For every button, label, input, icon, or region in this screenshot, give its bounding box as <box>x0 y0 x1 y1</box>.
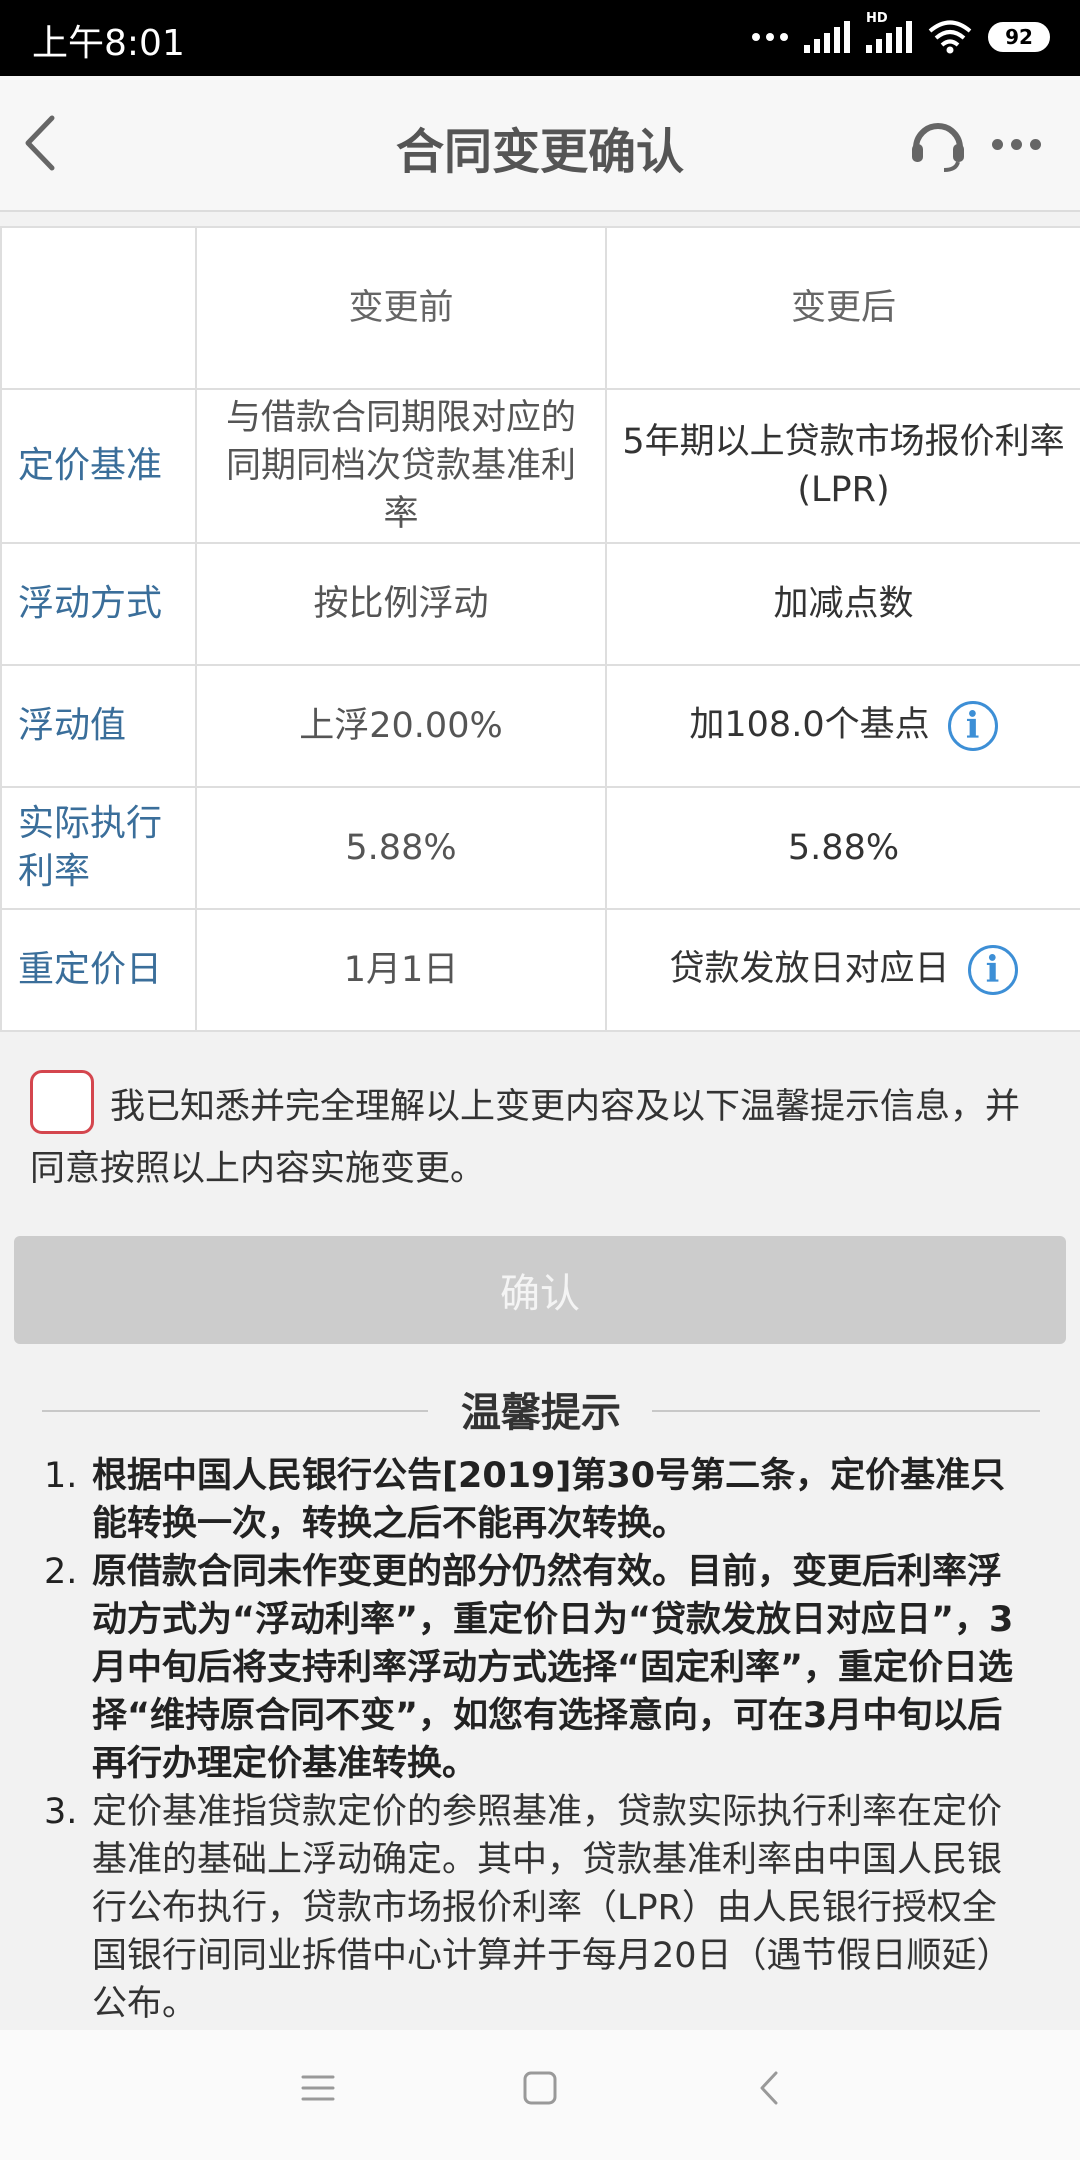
row-label: 浮动方式 <box>0 542 197 666</box>
menu-icon[interactable] <box>300 2070 336 2106</box>
list-item-number: 3. <box>44 1792 78 1832</box>
row-label: 重定价日 <box>0 908 197 1032</box>
row-label: 定价基准 <box>0 388 197 544</box>
cell-before: 5.88% <box>195 786 607 910</box>
cell-after: 加108.0个基点 i <box>605 664 1080 788</box>
headset-icon[interactable] <box>908 114 968 174</box>
rate-change-table: 变更前 变更后 定价基准 与借款合同期限对应的同期同档次贷款基准利率 5年期以上… <box>0 226 1080 1032</box>
signal-icon <box>804 21 850 53</box>
cell-after-text: 加108.0个基点 <box>689 705 930 745</box>
list-item: 1. 根据中国人民银行公告[2019]第30号第二条，定价基准只能转换一次，转换… <box>44 1452 1024 1548</box>
more-dots-icon[interactable] <box>992 132 1044 156</box>
agreement-block: 我已知悉并完全理解以上变更内容及以下温馨提示信息，并同意按照以上内容实施变更。 <box>30 1070 1050 1198</box>
table-row-actual-rate: 实际执行利率 5.88% 5.88% <box>0 786 1080 910</box>
agreement-text: 我已知悉并完全理解以上变更内容及以下温馨提示信息，并同意按照以上内容实施变更。 <box>30 1087 1021 1189</box>
column-header-after: 变更后 <box>605 226 1080 390</box>
table-row-float-method: 浮动方式 按比例浮动 加减点数 <box>0 542 1080 666</box>
battery-indicator: 92 <box>988 22 1050 52</box>
status-time: 上午8:01 <box>32 23 185 64</box>
tips-title: 温馨提示 <box>461 1390 621 1436</box>
battery-level: 92 <box>1005 25 1033 49</box>
system-nav-bar <box>0 2030 1080 2160</box>
info-icon[interactable]: i <box>947 701 998 751</box>
hd-signal-icon: HD <box>866 11 912 53</box>
network-type-label: HD <box>866 11 888 26</box>
row-label: 浮动值 <box>0 664 197 788</box>
list-item-text: 根据中国人民银行公告[2019]第30号第二条，定价基准只能转换一次，转换之后不… <box>92 1456 1006 1544</box>
column-header-before: 变更前 <box>195 226 607 390</box>
back-icon[interactable] <box>752 2070 788 2106</box>
wifi-icon <box>928 20 972 54</box>
tips-header: 温馨提示 <box>42 1380 1040 1440</box>
list-item-number: 1. <box>44 1456 78 1496</box>
table-row-pricing-basis: 定价基准 与借款合同期限对应的同期同档次贷款基准利率 5年期以上贷款市场报价利率… <box>0 388 1080 544</box>
cell-after: 贷款发放日对应日 i <box>605 908 1080 1032</box>
top-navbar: 合同变更确认 <box>0 76 1080 212</box>
agreement-checkbox[interactable] <box>30 1070 94 1134</box>
cell-after: 5.88% <box>605 786 1080 910</box>
list-item-text: 定价基准指贷款定价的参照基准，贷款实际执行利率在定价基准的基础上浮动确定。其中，… <box>92 1792 1012 2024</box>
cell-after: 5年期以上贷款市场报价利率(LPR) <box>605 388 1080 544</box>
table-header-row: 变更前 变更后 <box>0 226 1080 390</box>
cell-after: 加减点数 <box>605 542 1080 666</box>
cell-before: 按比例浮动 <box>195 542 607 666</box>
table-corner-cell <box>0 226 197 390</box>
list-item: 3. 定价基准指贷款定价的参照基准，贷款实际执行利率在定价基准的基础上浮动确定。… <box>44 1788 1024 2028</box>
home-icon[interactable] <box>522 2070 558 2106</box>
table-row-repricing-date: 重定价日 1月1日 贷款发放日对应日 i <box>0 908 1080 1032</box>
info-icon[interactable]: i <box>967 945 1018 995</box>
cell-before: 1月1日 <box>195 908 607 1032</box>
table-row-float-value: 浮动值 上浮20.00% 加108.0个基点 i <box>0 664 1080 788</box>
more-signal-dots-icon <box>752 33 788 41</box>
list-item-text: 原借款合同未作变更的部分仍然有效。目前，变更后利率浮动方式为“浮动利率”，重定价… <box>92 1552 1014 1784</box>
row-label: 实际执行利率 <box>0 786 197 910</box>
confirm-button[interactable]: 确认 <box>14 1236 1066 1344</box>
tips-list: 1. 根据中国人民银行公告[2019]第30号第二条，定价基准只能转换一次，转换… <box>44 1452 1024 2028</box>
status-bar: 上午8:01 HD 92 <box>0 0 1080 76</box>
cell-after-text: 贷款发放日对应日 <box>669 949 950 989</box>
cell-before: 上浮20.00% <box>195 664 607 788</box>
status-icons: HD 92 <box>752 11 1050 54</box>
list-item-number: 2. <box>44 1552 78 1592</box>
list-item: 2. 原借款合同未作变更的部分仍然有效。目前，变更后利率浮动方式为“浮动利率”，… <box>44 1548 1024 1788</box>
cell-before: 与借款合同期限对应的同期同档次贷款基准利率 <box>195 388 607 544</box>
